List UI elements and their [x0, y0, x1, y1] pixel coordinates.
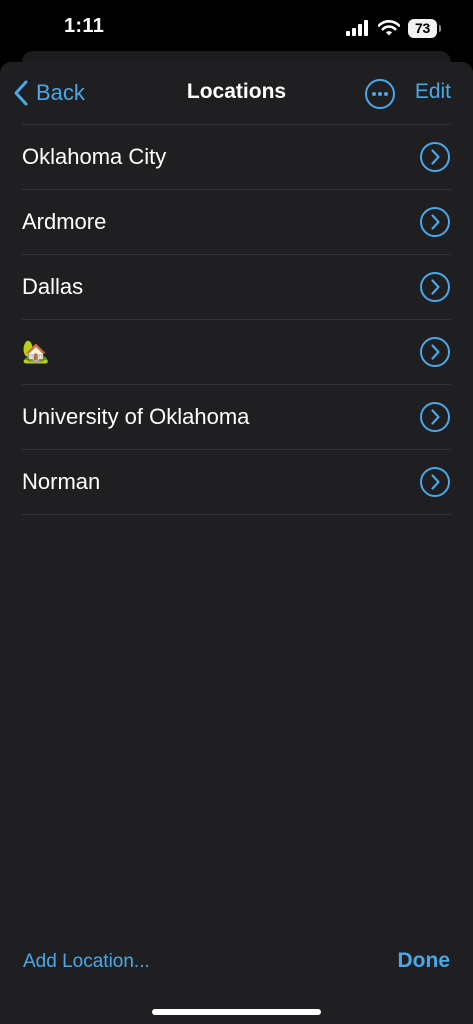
locations-list: Oklahoma City Ardmore Dallas 🏡 Universit…: [0, 124, 473, 515]
location-row[interactable]: Ardmore: [22, 189, 451, 254]
location-label: Dallas: [22, 274, 84, 299]
location-row[interactable]: Norman: [22, 449, 451, 515]
chevron-right-circle-icon[interactable]: [419, 271, 451, 303]
chevron-right-circle-icon[interactable]: [419, 206, 451, 238]
location-row[interactable]: University of Oklahoma: [22, 384, 451, 449]
navigation-bar: Back Locations Edit: [0, 62, 473, 124]
signal-icon: [346, 20, 368, 36]
page-title: Locations: [186, 80, 287, 103]
screen: 1:11 73 Back Locations Edit Oklahoma Cit…: [0, 0, 473, 1024]
add-location-button[interactable]: Add Location...: [23, 951, 150, 973]
edit-button[interactable]: Edit: [415, 80, 451, 104]
chevron-right-circle-icon[interactable]: [419, 141, 451, 173]
status-icons: 73: [346, 17, 441, 39]
location-row[interactable]: Oklahoma City: [22, 124, 451, 189]
home-indicator[interactable]: [152, 1009, 321, 1015]
chevron-right-circle-icon[interactable]: [419, 336, 451, 368]
chevron-right-circle-icon[interactable]: [419, 401, 451, 433]
battery-icon: 73: [408, 18, 441, 38]
status-bar: 1:11 73: [0, 0, 473, 52]
footer-toolbar: Add Location... Done: [0, 946, 473, 976]
locations-sheet: Back Locations Edit Oklahoma City Ardmor…: [0, 62, 473, 1024]
location-label: Oklahoma City: [22, 144, 167, 169]
location-label: Norman: [22, 469, 101, 494]
ellipsis-circle-icon[interactable]: [364, 78, 396, 110]
wifi-icon: [378, 20, 400, 36]
location-label: 🏡: [22, 339, 50, 364]
location-label: University of Oklahoma: [22, 404, 250, 429]
location-row[interactable]: Dallas: [22, 254, 451, 319]
location-label: Ardmore: [22, 209, 107, 234]
status-time: 1:11: [64, 15, 105, 37]
chevron-right-circle-icon[interactable]: [419, 466, 451, 498]
done-button[interactable]: Done: [398, 949, 451, 973]
location-row[interactable]: 🏡: [22, 319, 451, 384]
